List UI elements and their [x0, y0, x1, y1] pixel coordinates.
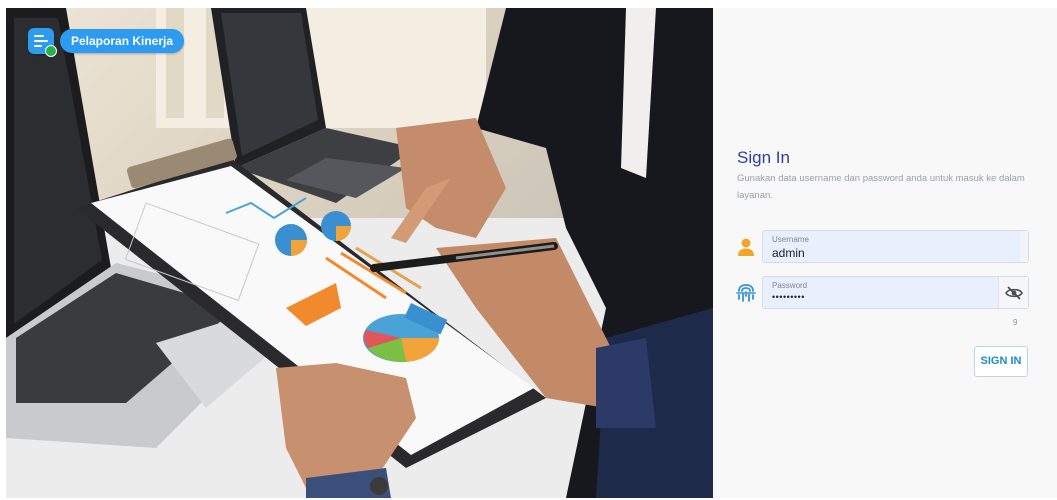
fingerprint-icon: [736, 284, 756, 302]
eye-off-icon: [1004, 285, 1023, 300]
username-field[interactable]: Username admin: [762, 230, 1029, 263]
report-checklist-icon: [28, 28, 57, 57]
username-value: admin: [772, 246, 805, 260]
username-row: Username admin: [735, 230, 1033, 263]
sign-in-button[interactable]: SIGN IN: [974, 346, 1028, 377]
password-value: •••••••••: [772, 292, 805, 302]
password-row: Password •••••••••: [735, 276, 1033, 309]
password-field[interactable]: Password •••••••••: [762, 276, 1029, 309]
hero-illustration: [6, 8, 713, 498]
app-name-badge: Pelaporan Kinerja: [60, 29, 185, 53]
signin-subtitle: Gunakan data username dan password anda …: [737, 173, 1025, 201]
hero-image: Pelaporan Kinerja: [6, 8, 713, 498]
toggle-password-visibility-button[interactable]: [998, 277, 1028, 308]
signin-title: Sign In: [737, 148, 790, 167]
password-char-counter: 9: [1013, 318, 1018, 327]
signin-panel: Sign In Gunakan data username dan passwo…: [713, 8, 1057, 498]
username-label: Username: [772, 235, 809, 244]
brand: Pelaporan Kinerja: [28, 28, 185, 57]
user-icon: [738, 238, 754, 256]
password-label: Password: [772, 281, 808, 290]
check-badge-icon: [45, 45, 57, 57]
